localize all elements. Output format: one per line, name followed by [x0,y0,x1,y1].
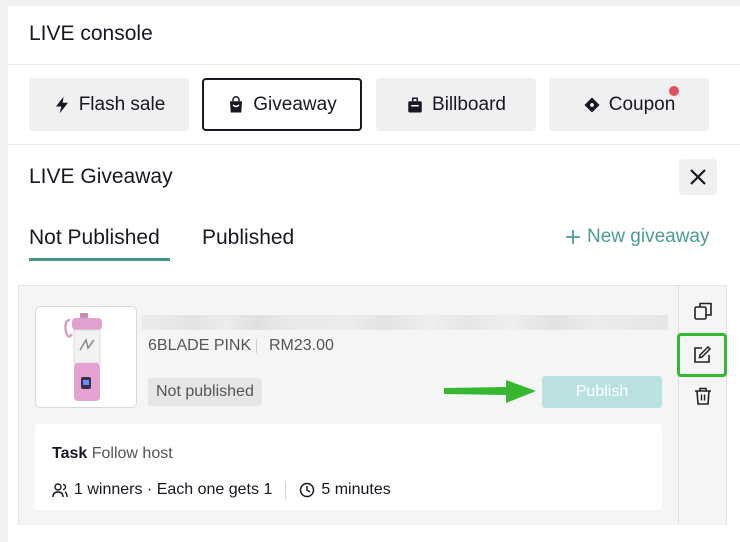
duration-text: 5 minutes [321,481,391,498]
trash-icon [695,387,711,405]
giveaway-meta: 1 winners · Each one gets 1 5 minutes [52,481,391,499]
users-icon [52,483,68,498]
task-line: Task Follow host [52,445,173,463]
gift-bag-icon [230,95,243,112]
product-image [35,306,137,408]
winners-text: 1 winners · Each one gets 1 [74,481,273,498]
divider [8,64,740,65]
separator [285,481,287,499]
copy-icon [694,302,712,320]
flash-sale-button[interactable]: Flash sale [29,78,189,131]
task-label: Task [52,445,88,462]
billboard-button[interactable]: Billboard [376,78,536,131]
section-title: LIVE Giveaway [29,165,173,188]
giveaway-button[interactable]: Giveaway [202,78,362,131]
product-price: RM23.00 [269,337,334,354]
giveaway-label: Giveaway [253,93,337,115]
redacted-product-name [141,315,668,330]
plus-icon [566,230,580,244]
new-giveaway-label: New giveaway [587,226,710,247]
arrow-annotation-icon [444,380,536,403]
billboard-label: Billboard [432,93,506,115]
console-title: LIVE console [29,22,153,45]
tab-not-published[interactable]: Not Published [29,226,160,250]
duplicate-button[interactable] [689,297,717,325]
billboard-icon [408,97,422,112]
close-icon [690,169,706,185]
edit-button[interactable] [688,341,716,369]
task-box: Task Follow host 1 winners · Each one ge… [35,424,662,510]
clock-icon [300,482,315,498]
separator [256,339,257,353]
new-giveaway-button[interactable]: New giveaway [565,226,710,248]
status-badge: Not published [148,378,262,406]
product-variant: 6BLADE PINK [148,337,252,354]
active-tab-indicator [29,258,170,261]
close-button[interactable] [679,159,717,195]
live-console-panel: LIVE console Flash sale Giveaway Billboa… [8,6,740,542]
divider [8,144,740,145]
publish-button[interactable]: Publish [542,376,662,408]
delete-button[interactable] [689,382,717,410]
flash-sale-label: Flash sale [78,93,166,115]
coupon-button[interactable]: Coupon [549,78,709,131]
coupon-label: Coupon [608,93,676,115]
tab-published[interactable]: Published [202,226,294,250]
lightning-icon [55,96,68,113]
task-value: Follow host [91,445,173,462]
notification-dot [669,86,679,96]
card-action-divider [678,285,679,525]
coupon-icon [584,97,600,112]
edit-icon [694,345,712,363]
